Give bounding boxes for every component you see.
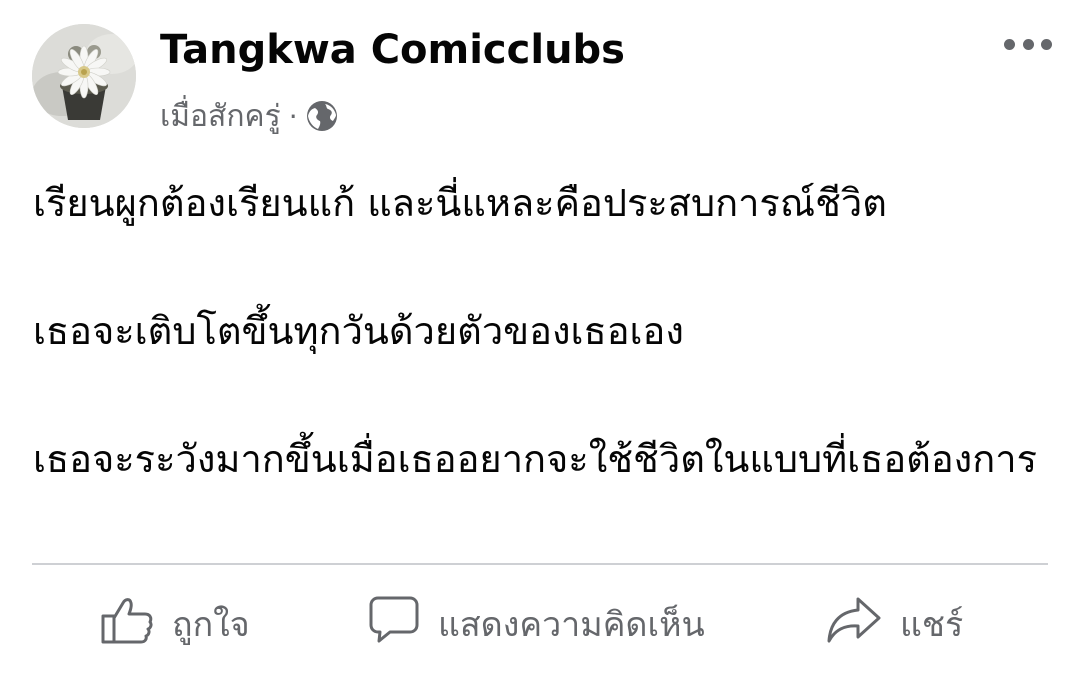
post-paragraph: เธอจะเติบโตขึ้นทุกวันด้วยตัวของเธอเอง: [33, 309, 684, 353]
post-timestamp[interactable]: เมื่อสักครู่: [160, 93, 281, 140]
flower-avatar-image: [32, 24, 136, 128]
share-button[interactable]: แชร์: [826, 578, 963, 670]
post-actions-bar: ถูกใจ แสดงความคิดเห็น แชร์: [0, 578, 1080, 670]
like-label: ถูกใจ: [172, 605, 250, 645]
comment-button[interactable]: แสดงความคิดเห็น: [368, 578, 705, 670]
like-button[interactable]: ถูกใจ: [100, 578, 250, 670]
post-card: Tangkwa Comicclubs เมื่อสักครู่ · เรียนผ…: [0, 0, 1080, 675]
post-body: เรียนผูกต้องเรียนแก้ และนี่แหละคือประสบก…: [33, 165, 1043, 497]
post-paragraph: เธอจะระวังมากขึ้นเมื่อเธออยากจะใช้ชีวิตใ…: [33, 437, 1037, 481]
comment-bubble-icon: [368, 595, 420, 654]
more-options-icon: [1004, 38, 1015, 50]
post-meta: เมื่อสักครู่ ·: [160, 94, 338, 138]
more-options-icon: [1022, 38, 1034, 50]
more-options-button[interactable]: [1004, 28, 1052, 60]
meta-separator: ·: [288, 99, 298, 133]
share-label: แชร์: [900, 605, 964, 645]
comment-label: แสดงความคิดเห็น: [438, 605, 705, 645]
divider: [32, 563, 1048, 565]
page-avatar[interactable]: [32, 24, 136, 128]
share-arrow-icon: [826, 595, 882, 654]
thumbs-up-icon: [100, 595, 154, 654]
page-name[interactable]: Tangkwa Comicclubs: [160, 24, 625, 76]
post-paragraph: เรียนผูกต้องเรียนแก้ และนี่แหละคือประสบก…: [33, 181, 887, 225]
globe-icon: [306, 100, 338, 132]
more-options-icon: [1041, 38, 1052, 50]
